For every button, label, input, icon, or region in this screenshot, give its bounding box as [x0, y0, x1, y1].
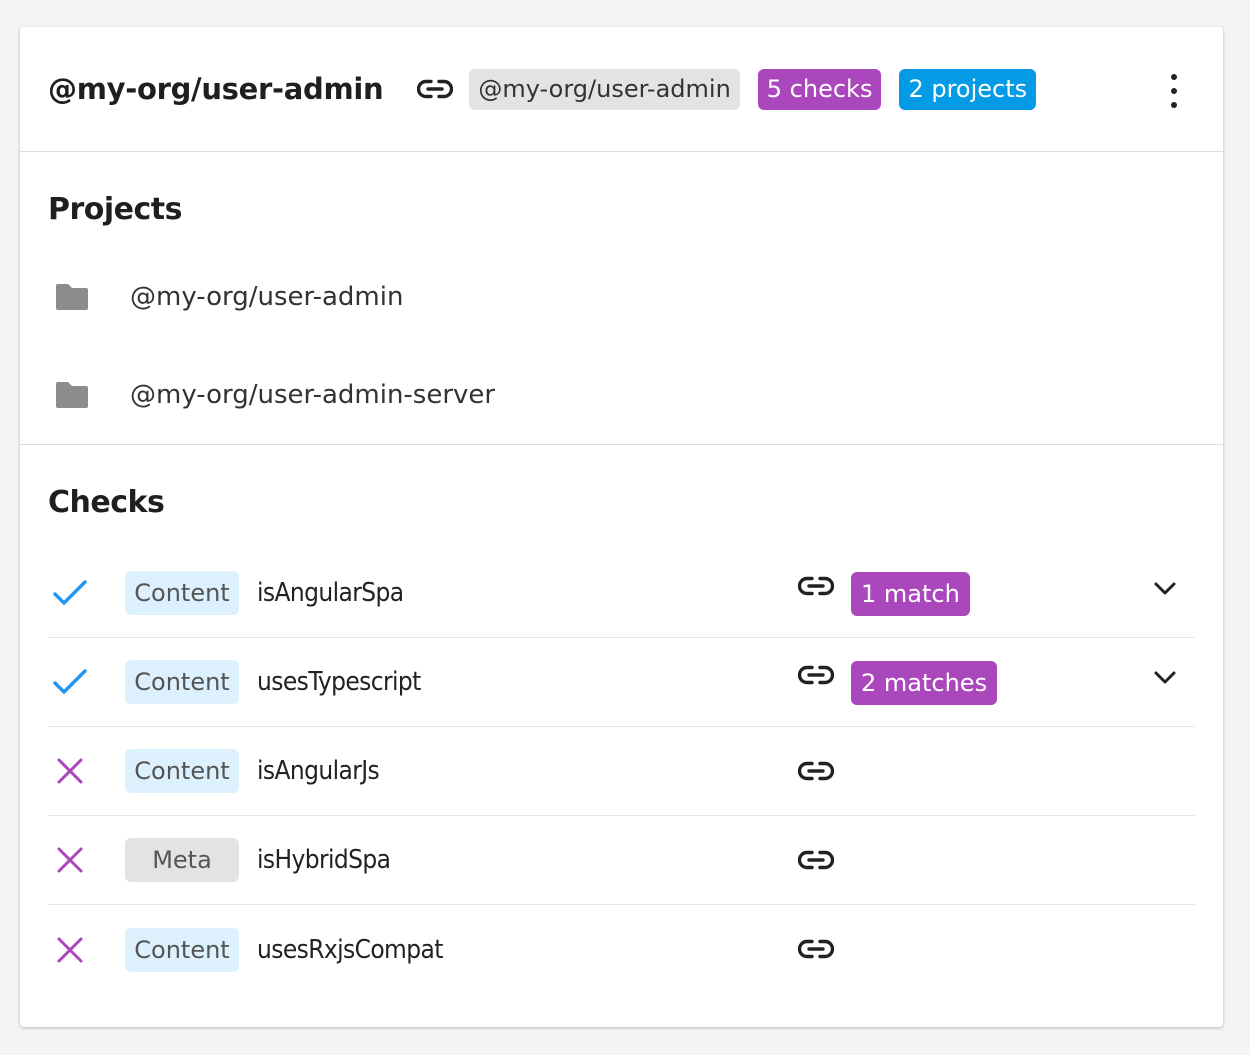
- project-name: @my-org/user-admin: [130, 282, 404, 312]
- project-item[interactable]: @my-org/user-admin: [54, 282, 403, 312]
- link-icon[interactable]: [798, 576, 834, 596]
- projects-count-badge: 2 projects: [899, 68, 1037, 110]
- package-card: @my-org/user-admin @my-org/user-admin 5 …: [20, 27, 1223, 1027]
- chevron-down-icon[interactable]: [1153, 581, 1177, 601]
- check-name: usesRxjsCompat: [257, 934, 443, 965]
- check-row: Content usesTypescript 2 matches: [48, 638, 1195, 727]
- link-icon[interactable]: [798, 665, 834, 685]
- link-icon[interactable]: [798, 761, 834, 781]
- check-type-chip: Content: [125, 927, 239, 972]
- close-icon: [50, 930, 90, 970]
- check-type-chip: Content: [125, 749, 239, 793]
- projects-heading: Projects: [48, 192, 183, 227]
- check-name: isHybridSpa: [257, 845, 391, 875]
- project-name: @my-org/user-admin-server: [130, 380, 496, 410]
- check-icon: [50, 573, 90, 613]
- check-name: usesTypescript: [257, 667, 421, 697]
- link-icon[interactable]: [417, 79, 454, 99]
- checks-count-badge: 5 checks: [757, 68, 882, 110]
- folder-icon: [56, 284, 88, 310]
- link-icon[interactable]: [798, 939, 834, 959]
- folder-icon: [56, 382, 88, 408]
- card-header: @my-org/user-admin @my-org/user-admin 5 …: [20, 27, 1223, 152]
- check-row: Content usesRxjsCompat: [48, 905, 1195, 994]
- checks-heading: Checks: [48, 485, 165, 520]
- check-name: isAngularSpa: [257, 578, 404, 608]
- check-row: Content isAngularSpa 1 match: [48, 549, 1195, 638]
- check-row: Content isAngularJs: [48, 727, 1195, 816]
- close-icon: [50, 840, 90, 880]
- match-count-badge: 1 match: [851, 572, 970, 616]
- chevron-down-icon[interactable]: [1153, 670, 1177, 690]
- close-icon: [50, 751, 90, 791]
- check-type-chip: Meta: [125, 838, 239, 882]
- package-title: @my-org/user-admin: [48, 72, 384, 106]
- project-item[interactable]: @my-org/user-admin-server: [54, 380, 495, 410]
- link-icon[interactable]: [798, 850, 834, 870]
- package-name-chip: @my-org/user-admin: [469, 68, 740, 110]
- more-vert-icon[interactable]: [1159, 74, 1189, 108]
- check-type-chip: Content: [125, 660, 239, 704]
- check-icon: [50, 662, 90, 702]
- checks-list: Content isAngularSpa 1 match Content use…: [48, 549, 1195, 994]
- check-row: Meta isHybridSpa: [48, 816, 1195, 905]
- projects-section: Projects @my-org/user-admin @my-org/user…: [20, 152, 1223, 445]
- check-name: isAngularJs: [257, 756, 380, 786]
- match-count-badge: 2 matches: [851, 661, 998, 705]
- check-type-chip: Content: [125, 571, 239, 615]
